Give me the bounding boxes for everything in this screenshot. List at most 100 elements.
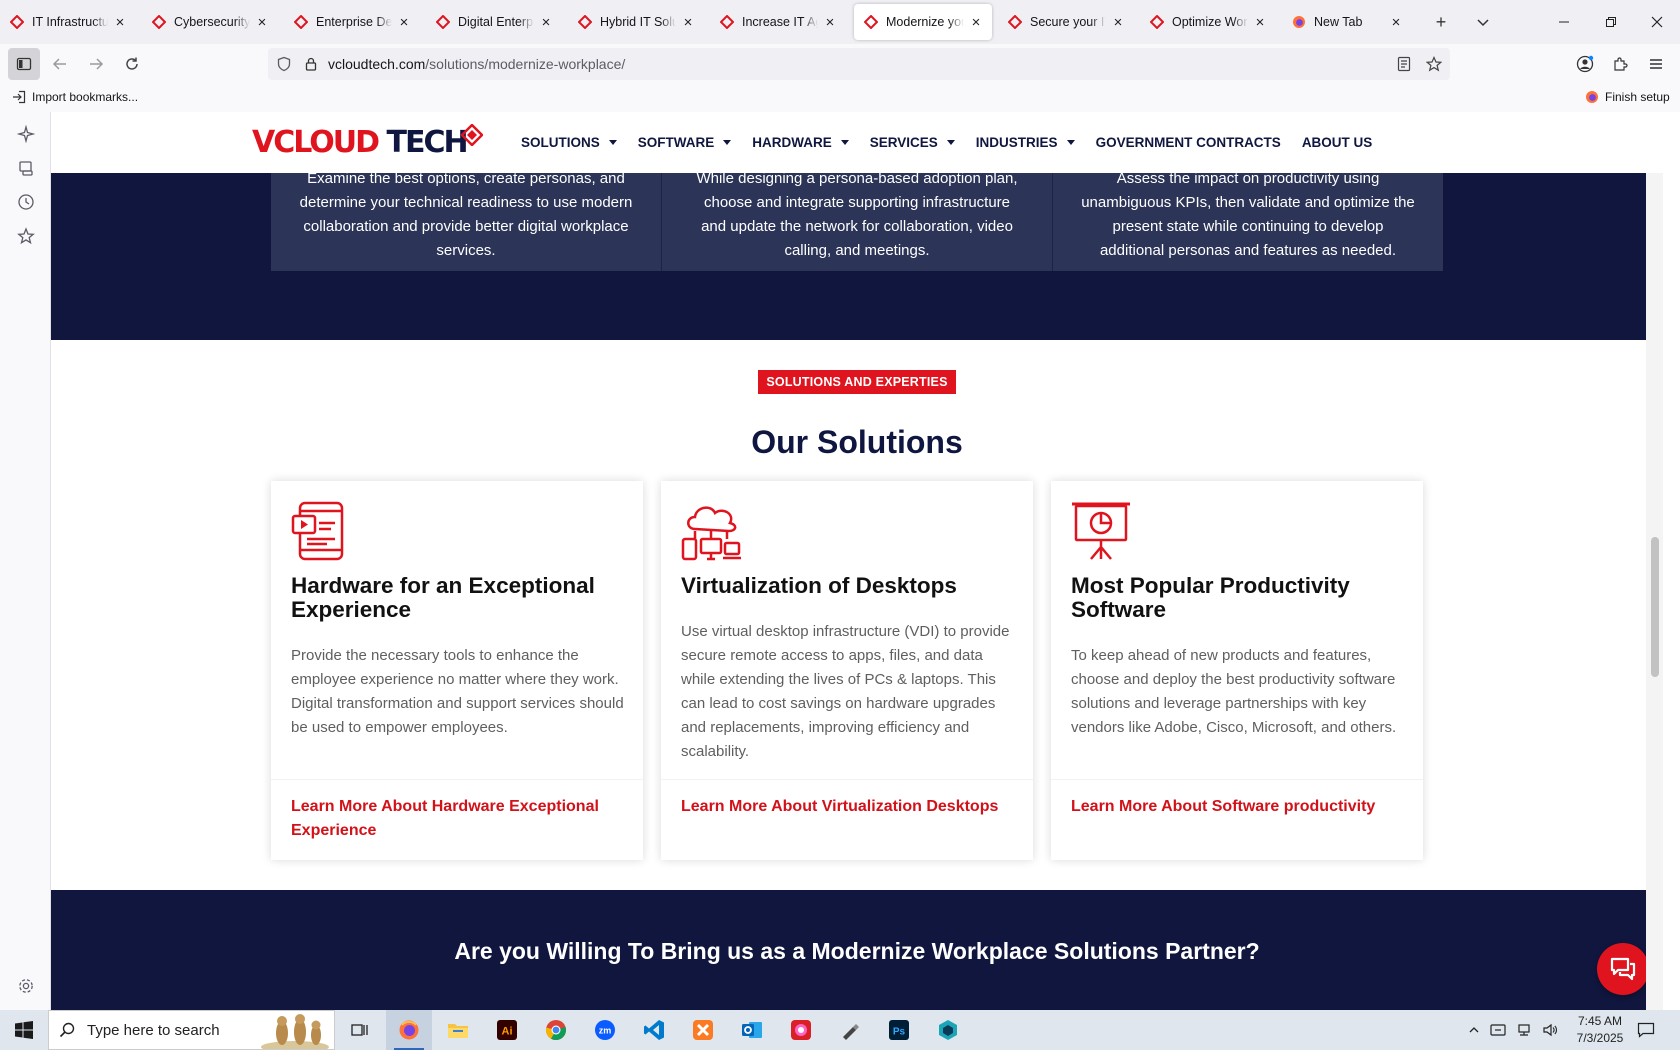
browser-tab[interactable]: New Tab × (1282, 4, 1412, 40)
task-view-icon[interactable] (337, 1010, 383, 1050)
card-description: Provide the necessary tools to enhance t… (291, 647, 624, 736)
forward-arrow-icon[interactable] (80, 48, 112, 80)
new-tab-icon[interactable]: + (1427, 8, 1455, 36)
tablet-video-icon (291, 501, 344, 561)
restore-window-icon[interactable] (1597, 8, 1625, 36)
adobe-illustrator-icon[interactable]: Ai (484, 1010, 530, 1050)
back-arrow-icon[interactable] (44, 48, 76, 80)
close-tab-icon[interactable]: × (680, 14, 696, 31)
vcloud-tech-logo[interactable]: VCLOUD TECH (252, 124, 483, 160)
tracking-protection-shield-icon[interactable] (276, 56, 292, 72)
card-title: Most Popular Productivity Software (1071, 573, 1350, 622)
dropdown-caret-icon (1066, 140, 1075, 145)
finish-setup-label: Finish setup (1605, 90, 1670, 104)
file-explorer-icon[interactable] (435, 1010, 481, 1050)
history-clock-icon[interactable] (14, 190, 38, 214)
zoom-app-icon[interactable]: zm (582, 1010, 628, 1050)
close-tab-icon[interactable]: × (112, 14, 128, 31)
pen-tool-app-icon[interactable] (827, 1010, 873, 1050)
show-hidden-icons-chevron-icon[interactable] (1468, 1024, 1480, 1036)
clock-date: 7/3/2025 (1576, 1031, 1624, 1045)
menu-hardware[interactable]: HARDWARE (752, 135, 849, 150)
menu-solutions[interactable]: SOLUTIONS (521, 135, 617, 150)
close-tab-icon[interactable]: × (1388, 14, 1404, 31)
scrollbar-thumb[interactable] (1651, 537, 1659, 677)
browser-tab[interactable]: Cybersecurity Se × (142, 4, 278, 40)
google-chrome-icon[interactable] (533, 1010, 579, 1050)
menu-hamburger-icon[interactable] (1640, 48, 1672, 80)
meerkat-search-highlight-icon (261, 1014, 329, 1049)
menu-label: GOVERNMENT CONTRACTS (1095, 135, 1281, 150)
vs-code-icon[interactable] (631, 1010, 677, 1050)
windows-start-button[interactable] (0, 1010, 48, 1050)
reload-icon[interactable] (116, 48, 148, 80)
photoshop-icon[interactable]: Ps (876, 1010, 922, 1050)
close-tab-icon[interactable]: × (254, 14, 270, 31)
ai-chatbot-sparkle-icon[interactable] (14, 122, 38, 146)
menu-government-contracts[interactable]: GOVERNMENT CONTRACTS (1096, 135, 1281, 150)
network-icon[interactable] (1516, 1023, 1532, 1037)
logo-word-cloud: CLOUD (273, 125, 380, 160)
menu-about-us[interactable]: ABOUT US (1302, 135, 1373, 150)
browser-tab-active[interactable]: Modernize your × (854, 4, 992, 40)
synced-tabs-icon[interactable] (14, 156, 38, 180)
menu-label: SOLUTIONS (521, 135, 600, 150)
tab-title: Cybersecurity Se (174, 15, 250, 29)
lock-icon[interactable] (304, 57, 318, 71)
browser-tab[interactable]: IT Infrastructure × (0, 4, 136, 40)
card-description: To keep ahead of new products and featur… (1071, 647, 1397, 736)
solution-card: Virtualization of Desktops Use virtual d… (661, 481, 1033, 860)
menu-software[interactable]: SOFTWARE (638, 135, 732, 150)
close-tab-icon[interactable]: × (822, 14, 838, 31)
address-bar[interactable]: vcloudtech.com/solutions/modernize-workp… (268, 48, 1450, 80)
close-tab-icon[interactable]: × (1110, 14, 1126, 31)
taskbar-search-box[interactable]: Type here to search (48, 1010, 335, 1050)
learn-more-hardware-link[interactable]: Learn More About Hardware Exceptional Ex… (291, 795, 631, 843)
browser-tab[interactable]: Optimize Workp × (1140, 4, 1276, 40)
firefox-icon (1293, 16, 1305, 28)
extensions-icon[interactable] (1604, 48, 1636, 80)
browser-tab[interactable]: Hybrid IT Soluti × (568, 4, 704, 40)
import-bookmarks-link[interactable]: Import bookmarks... (12, 90, 138, 104)
close-tab-icon[interactable]: × (1252, 14, 1268, 31)
learn-more-software-link[interactable]: Learn More About Software productivity (1071, 795, 1411, 819)
firefox-icon (1586, 91, 1598, 103)
bookmarks-star-icon[interactable] (14, 224, 38, 248)
creative-cloud-icon[interactable] (778, 1010, 824, 1050)
dropdown-caret-icon (608, 140, 617, 145)
logo-diamond-icon (460, 124, 483, 146)
minimize-window-icon[interactable] (1550, 8, 1578, 36)
list-tabs-chevron-icon[interactable] (1469, 8, 1497, 36)
menu-industries[interactable]: INDUSTRIES (976, 135, 1075, 150)
meet-now-icon[interactable] (1490, 1023, 1506, 1037)
close-tab-icon[interactable]: × (538, 14, 554, 31)
windows-taskbar: Type here to search Ai zm Ps 7:45 AM 7/3… (0, 1010, 1680, 1050)
sidebar-settings-gear-icon[interactable] (14, 974, 38, 998)
page-scrollbar[interactable] (1646, 112, 1663, 1010)
teal-app-icon[interactable] (925, 1010, 971, 1050)
live-chat-button[interactable] (1597, 943, 1649, 995)
browser-tab[interactable]: Secure your IT V × (998, 4, 1134, 40)
learn-more-virtualization-link[interactable]: Learn More About Virtualization Desktops (681, 795, 1021, 819)
notification-center-icon[interactable] (1637, 1010, 1655, 1050)
url-path: /solutions/modernize-workplace/ (425, 56, 626, 72)
browser-tab[interactable]: Enterprise DevO × (284, 4, 420, 40)
bookmark-star-icon[interactable] (1426, 56, 1442, 72)
browser-tab[interactable]: Increase IT Agili × (710, 4, 846, 40)
solution-card: Most Popular Productivity Software To ke… (1051, 481, 1423, 860)
site-favicon-icon (864, 15, 878, 29)
outlook-icon[interactable] (729, 1010, 775, 1050)
reader-view-icon[interactable] (1396, 56, 1412, 72)
xampp-icon[interactable] (680, 1010, 726, 1050)
account-icon[interactable] (1569, 48, 1601, 80)
site-favicon-icon (720, 15, 734, 29)
sidebar-toggle-icon[interactable] (8, 48, 40, 80)
finish-setup-link[interactable]: Finish setup (1585, 90, 1670, 104)
menu-services[interactable]: SERVICES (870, 135, 955, 150)
firefox-taskbar-icon[interactable] (386, 1010, 432, 1050)
close-tab-icon[interactable]: × (396, 14, 412, 31)
browser-tab[interactable]: Digital Enterpris × (426, 4, 562, 40)
taskbar-clock[interactable]: 7:45 AM 7/3/2025 (1556, 1013, 1644, 1047)
close-tab-icon[interactable]: × (968, 14, 984, 31)
close-window-icon[interactable] (1643, 8, 1671, 36)
